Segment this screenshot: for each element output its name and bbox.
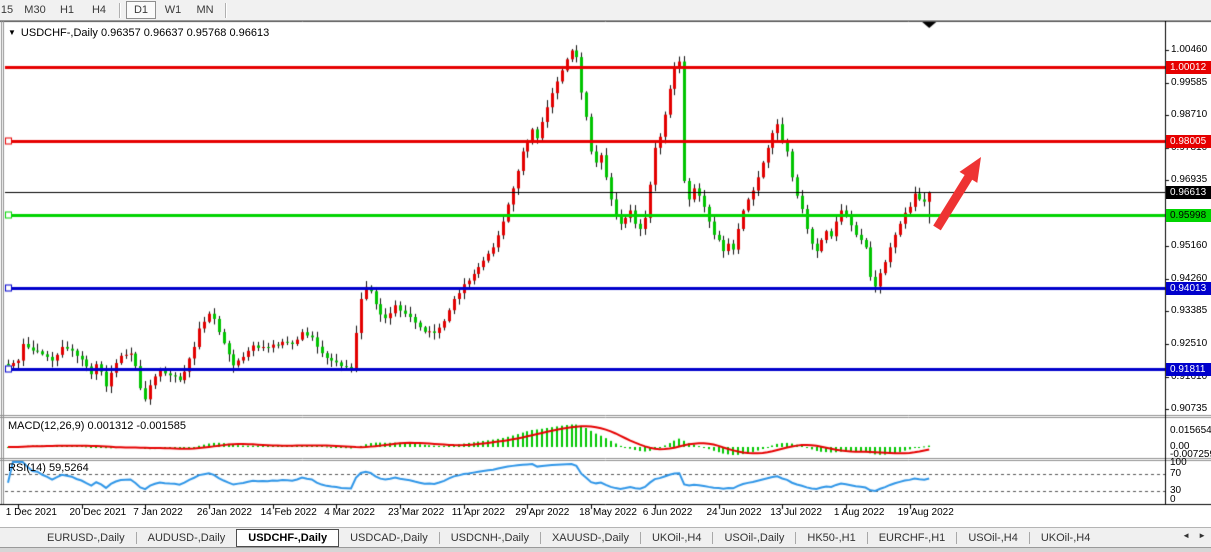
rsi-indicator-label: RSI(14) 59,5264 <box>8 462 89 474</box>
macd-indicator-label: MACD(12,26,9) 0.001312 -0.001585 <box>8 420 186 432</box>
tab-scroll-arrows: ◄ ► <box>1182 531 1206 540</box>
chart-dropdown-icon[interactable]: ▼ <box>8 28 16 37</box>
date-tick-label: 1 Aug 2022 <box>834 507 885 518</box>
price-tick-label: 0.98710 <box>1171 109 1211 120</box>
price-badge-0.98005: 0.98005 <box>1166 135 1211 148</box>
tab-audusddaily[interactable]: AUDUSD-,Daily <box>137 530 237 546</box>
timeframe-button-d1[interactable]: D1 <box>126 1 156 19</box>
price-chart-canvas[interactable] <box>0 21 1211 527</box>
tab-hk50h1[interactable]: HK50-,H1 <box>796 530 866 546</box>
date-tick-label: 11 Apr 2022 <box>452 507 505 518</box>
timeframe-toolbar: 15M30H1H4 D1W1MN <box>0 0 1211 21</box>
tab-usoilh4[interactable]: USOil-,H4 <box>957 530 1029 546</box>
tab-ukoilh4[interactable]: UKOil-,H4 <box>641 530 713 546</box>
price-tick-label: 0.99585 <box>1171 77 1211 88</box>
tab-usdchfdaily[interactable]: USDCHF-,Daily <box>236 529 339 547</box>
timeframe-button-m30[interactable]: M30 <box>20 1 50 19</box>
price-tick-label: 1.00460 <box>1171 44 1211 55</box>
price-badge-0.96613: 0.96613 <box>1166 186 1211 199</box>
mt4-terminal: { "toolbar": { "buttons": ["15", "M30", … <box>0 0 1211 552</box>
price-tick-label: 0.95160 <box>1171 240 1211 251</box>
date-tick-label: 6 Jun 2022 <box>643 507 693 518</box>
indicator-axis-label: 100 <box>1170 457 1211 468</box>
date-tick-label: 13 Jul 2022 <box>770 507 822 518</box>
date-tick-label: 24 Jun 2022 <box>707 507 762 518</box>
timeframe-button-15[interactable]: 15 <box>0 1 18 19</box>
date-tick-label: 23 Mar 2022 <box>388 507 444 518</box>
tab-usdcaddaily[interactable]: USDCAD-,Daily <box>339 530 439 546</box>
tab-eurchfh1[interactable]: EURCHF-,H1 <box>868 530 957 546</box>
tab-usdcnhdaily[interactable]: USDCNH-,Daily <box>440 530 540 546</box>
date-tick-label: 4 Mar 2022 <box>324 507 375 518</box>
chart-ohlc-values: 0.96357 0.96637 0.95768 0.96613 <box>101 27 269 39</box>
date-tick-label: 20 Dec 2021 <box>70 507 127 518</box>
price-tick-label: 0.93385 <box>1171 305 1211 316</box>
tab-scroll-right-icon[interactable]: ► <box>1198 531 1206 540</box>
date-tick-label: 26 Jan 2022 <box>197 507 252 518</box>
indicator-axis-label: 0 <box>1170 494 1211 505</box>
chart-window: ▼ USDCHF-,Daily 0.96357 0.96637 0.95768 0… <box>0 21 1211 527</box>
price-tick-label: 0.96935 <box>1171 174 1211 185</box>
price-badge-1.00012: 1.00012 <box>1166 61 1211 74</box>
timeframe-button-w1[interactable]: W1 <box>158 1 188 19</box>
tab-scroll-left-icon[interactable]: ◄ <box>1182 531 1190 540</box>
date-tick-label: 18 May 2022 <box>579 507 637 518</box>
timeframe-button-h4[interactable]: H4 <box>84 1 114 19</box>
price-tick-label: 0.92510 <box>1171 338 1211 349</box>
indicator-axis-label: 70 <box>1170 468 1211 479</box>
toolbar-separator <box>119 3 121 18</box>
date-tick-label: 29 Apr 2022 <box>515 507 569 518</box>
chart-title: ▼ USDCHF-,Daily 0.96357 0.96637 0.95768 0… <box>8 27 269 39</box>
date-tick-label: 14 Feb 2022 <box>261 507 317 518</box>
price-badge-0.94013: 0.94013 <box>1166 282 1211 295</box>
tab-usoildaily[interactable]: USOil-,Daily <box>713 530 795 546</box>
timeframe-button-h1[interactable]: H1 <box>52 1 82 19</box>
tab-ukoilh4[interactable]: UKOil-,H4 <box>1030 530 1102 546</box>
tab-xauusddaily[interactable]: XAUUSD-,Daily <box>541 530 640 546</box>
price-badge-0.91811: 0.91811 <box>1166 363 1211 376</box>
date-tick-label: 7 Jan 2022 <box>133 507 183 518</box>
price-tick-label: 0.90735 <box>1171 403 1211 414</box>
tab-eurusddaily[interactable]: EURUSD-,Daily <box>36 530 136 546</box>
price-badge-0.95998: 0.95998 <box>1166 209 1211 222</box>
timeframe-button-mn[interactable]: MN <box>190 1 220 19</box>
chart-symbol-label: USDCHF-,Daily <box>21 27 98 39</box>
status-bar <box>0 547 1211 552</box>
chart-tab-bar: EURUSD-,DailyAUDUSD-,DailyUSDCHF-,DailyU… <box>0 527 1211 547</box>
date-tick-label: 1 Dec 2021 <box>6 507 57 518</box>
indicator-axis-label: 0.015654 <box>1170 425 1211 436</box>
toolbar-separator <box>225 3 227 18</box>
date-tick-label: 19 Aug 2022 <box>898 507 954 518</box>
